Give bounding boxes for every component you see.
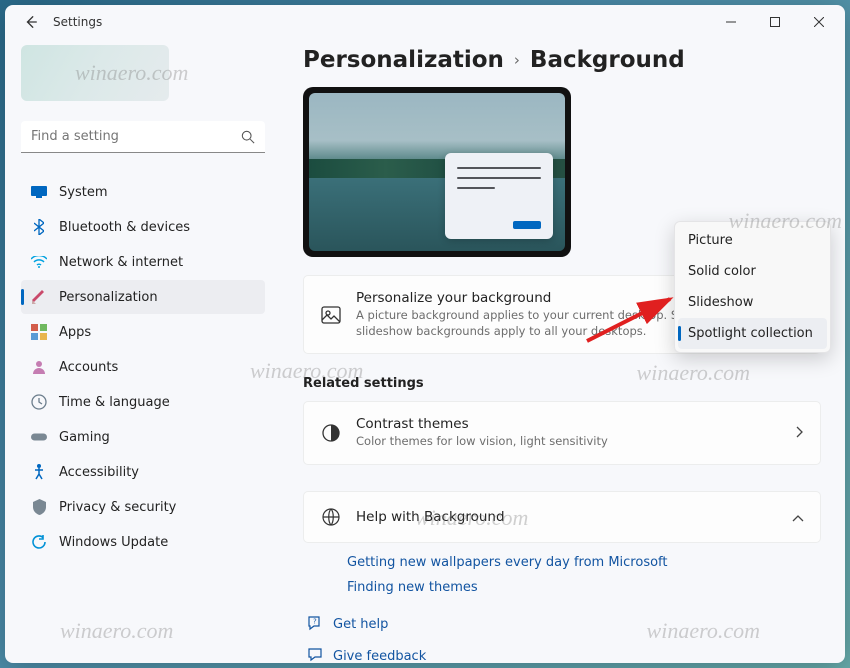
maximize-button[interactable] [753, 6, 797, 38]
sidebar-item-accessibility[interactable]: Accessibility [21, 455, 265, 489]
card-title: Help with Background [356, 509, 778, 525]
sidebar-item-time-language[interactable]: Time & language [21, 385, 265, 419]
window-title: Settings [53, 15, 102, 29]
gaming-icon [31, 429, 47, 445]
svg-text:?: ? [313, 617, 317, 625]
preview-dialog [445, 153, 553, 239]
accounts-icon [31, 359, 47, 375]
chevron-right-icon [796, 424, 804, 442]
close-button[interactable] [797, 6, 841, 38]
get-help-link[interactable]: ? Get help [307, 615, 821, 635]
nav-label: Bluetooth & devices [59, 220, 190, 235]
help-link-themes[interactable]: Finding new themes [347, 580, 821, 595]
help-link-wallpapers[interactable]: Getting new wallpapers every day from Mi… [347, 555, 821, 570]
preview-wallpaper [309, 93, 565, 251]
search-input[interactable] [21, 121, 265, 153]
back-arrow-icon [24, 15, 38, 29]
nav-label: Accounts [59, 360, 118, 375]
dropdown-item-slideshow[interactable]: Slideshow [678, 287, 827, 318]
chevron-up-icon [792, 508, 804, 526]
preview-dialog-button [513, 221, 541, 229]
dropdown-item-spotlight-collection[interactable]: Spotlight collection [678, 318, 827, 349]
search-icon [241, 129, 255, 148]
sidebar-item-apps[interactable]: Apps [21, 315, 265, 349]
breadcrumb: Personalization › Background [303, 47, 821, 73]
sidebar-item-windows-update[interactable]: Windows Update [21, 525, 265, 559]
footer-link-label: Get help [333, 617, 388, 632]
card-desc: Color themes for low vision, light sensi… [356, 434, 782, 450]
feedback-icon [307, 647, 323, 663]
breadcrumb-parent[interactable]: Personalization [303, 47, 504, 73]
personalization-icon [31, 289, 47, 305]
card-title: Contrast themes [356, 416, 782, 432]
nav-label: Apps [59, 325, 91, 340]
bluetooth-icon [31, 219, 47, 235]
apps-icon [31, 324, 47, 340]
nav-label: Personalization [59, 290, 158, 305]
picture-icon [320, 304, 342, 326]
accessibility-icon [31, 464, 47, 480]
time-language-icon [31, 394, 47, 410]
titlebar: Settings [5, 5, 845, 39]
nav-label: Network & internet [59, 255, 183, 270]
globe-icon [320, 506, 342, 528]
sidebar-item-accounts[interactable]: Accounts [21, 350, 265, 384]
network-icon [31, 254, 47, 270]
sidebar-item-bluetooth[interactable]: Bluetooth & devices [21, 210, 265, 244]
windows-update-icon [31, 534, 47, 550]
sidebar-item-personalization[interactable]: Personalization [21, 280, 265, 314]
back-button[interactable] [19, 10, 43, 34]
minimize-button[interactable] [709, 6, 753, 38]
maximize-icon [770, 17, 780, 27]
user-card[interactable] [21, 45, 169, 101]
desktop-preview [303, 87, 571, 257]
give-feedback-link[interactable]: Give feedback [307, 647, 821, 663]
main-content: Personalization › Background Perso [275, 39, 845, 663]
footer-links: ? Get help Give feedback [303, 615, 821, 663]
close-icon [814, 17, 824, 27]
privacy-icon [31, 499, 47, 515]
help-links: Getting new wallpapers every day from Mi… [303, 547, 821, 609]
nav-label: Accessibility [59, 465, 139, 480]
footer-link-label: Give feedback [333, 649, 426, 663]
contrast-icon [320, 422, 342, 444]
nav-label: Windows Update [59, 535, 168, 550]
help-with-background-card[interactable]: Help with Background [303, 491, 821, 543]
dropdown-item-solid-color[interactable]: Solid color [678, 256, 827, 287]
sidebar-item-privacy[interactable]: Privacy & security [21, 490, 265, 524]
nav-label: Gaming [59, 430, 110, 445]
sidebar-item-gaming[interactable]: Gaming [21, 420, 265, 454]
nav-label: Time & language [59, 395, 170, 410]
sidebar-item-system[interactable]: System [21, 175, 265, 209]
settings-window: Settings System Bluetooth & devices Netw… [5, 5, 845, 663]
breadcrumb-current: Background [530, 47, 685, 73]
nav-label: Privacy & security [59, 500, 176, 515]
sidebar-nav: System Bluetooth & devices Network & int… [21, 175, 265, 559]
sidebar-item-network[interactable]: Network & internet [21, 245, 265, 279]
contrast-themes-card[interactable]: Contrast themes Color themes for low vis… [303, 401, 821, 465]
system-icon [31, 184, 47, 200]
dropdown-item-picture[interactable]: Picture [678, 225, 827, 256]
help-icon: ? [307, 615, 323, 635]
minimize-icon [726, 17, 736, 27]
background-type-dropdown: Picture Solid color Slideshow Spotlight … [674, 221, 831, 353]
sidebar: System Bluetooth & devices Network & int… [5, 39, 275, 663]
related-settings-heading: Related settings [303, 376, 821, 391]
window-controls [709, 6, 841, 38]
nav-label: System [59, 185, 107, 200]
search-box [21, 121, 265, 153]
chevron-right-icon: › [514, 51, 520, 69]
